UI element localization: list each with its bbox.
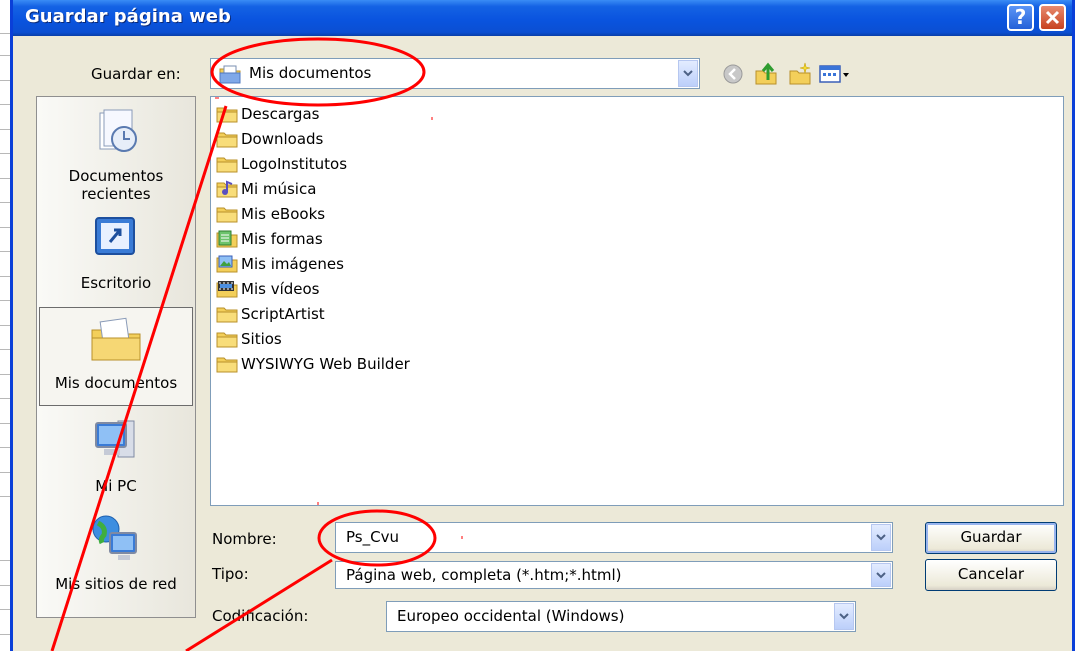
file-name: Downloads: [241, 130, 324, 148]
list-item[interactable]: LogoInstitutos: [216, 153, 347, 175]
folder-icon: [216, 357, 238, 373]
file-list[interactable]: Descargas Downloads LogoInstitutos Mi mú…: [210, 96, 1064, 506]
file-type-value: Página web, completa (*.htm;*.html): [346, 566, 622, 584]
save-in-dropdown[interactable]: Mis documentos: [210, 58, 700, 89]
folder-icon: [216, 332, 238, 348]
chevron-down-icon: [876, 534, 886, 541]
forms-folder-icon: [216, 230, 238, 248]
pictures-folder-icon: [216, 255, 238, 273]
list-item[interactable]: Sitios: [216, 328, 282, 350]
views-menu-icon[interactable]: [819, 62, 851, 86]
folder-icon: [216, 107, 238, 123]
place-my-documents-label: Mis documentos: [54, 374, 178, 392]
list-item[interactable]: Downloads: [216, 128, 323, 150]
place-my-computer[interactable]: Mi PC: [37, 415, 195, 495]
place-network-places-label: Mis sitios de red: [55, 575, 177, 593]
my-computer-icon: [95, 420, 135, 458]
place-network-places[interactable]: Mis sitios de red: [37, 513, 195, 593]
network-places-icon: [92, 515, 137, 560]
folder-icon: [216, 132, 238, 148]
new-folder-icon[interactable]: [788, 62, 812, 86]
save-in-value: Mis documentos: [249, 64, 372, 82]
file-name: Descargas: [241, 105, 320, 123]
place-my-computer-label: Mi PC: [95, 477, 137, 495]
encoding-value: Europeo occidental (Windows): [397, 607, 625, 625]
recent-documents-icon: [99, 109, 137, 152]
place-desktop[interactable]: Escritorio: [37, 212, 195, 292]
my-documents-icon: [91, 317, 141, 361]
videos-folder-icon: [216, 281, 238, 298]
encoding-dropdown-arrow[interactable]: [834, 603, 854, 630]
file-name: Mis imágenes: [241, 255, 344, 273]
title-bar[interactable]: Guardar página web ?: [13, 0, 1072, 36]
desktop-icon: [95, 217, 135, 255]
place-desktop-label: Escritorio: [80, 274, 152, 292]
list-item[interactable]: Descargas: [216, 103, 319, 125]
folder-icon: [216, 207, 238, 223]
place-recent-documents-label-line2: recientes: [81, 185, 151, 203]
save-in-label: Guardar en:: [91, 65, 181, 83]
file-name: Mis formas: [241, 230, 323, 248]
chevron-down-icon: [839, 613, 849, 620]
up-folder-icon[interactable]: [754, 62, 778, 86]
file-name-input[interactable]: Ps_Cvu: [335, 522, 893, 553]
encoding-label: Codificación:: [212, 607, 309, 625]
encoding-dropdown[interactable]: Europeo occidental (Windows): [386, 601, 856, 632]
folder-icon: [216, 157, 238, 173]
list-item[interactable]: ScriptArtist: [216, 303, 325, 325]
place-recent-documents[interactable]: Documentos recientes: [37, 107, 195, 203]
file-name: Mis eBooks: [241, 205, 326, 223]
save-button[interactable]: Guardar: [925, 522, 1057, 554]
music-folder-icon: [216, 180, 238, 198]
save-in-dropdown-arrow[interactable]: [678, 60, 698, 87]
list-item[interactable]: Mis vídeos: [216, 278, 319, 300]
dialog-title: Guardar página web: [25, 6, 231, 27]
my-documents-small-icon: [219, 65, 241, 84]
file-name-label: Nombre:: [212, 530, 277, 548]
chevron-down-icon: [683, 70, 693, 77]
folder-icon: [216, 307, 238, 323]
close-button[interactable]: [1039, 4, 1066, 31]
list-item[interactable]: Mis formas: [216, 228, 323, 250]
close-icon: [1045, 10, 1060, 25]
file-name: Sitios: [241, 330, 282, 348]
file-name: Mis vídeos: [241, 280, 320, 298]
file-name: ScriptArtist: [241, 305, 325, 323]
save-web-page-dialog: Guardar página web ? Guardar en: Mis doc…: [10, 0, 1075, 651]
file-type-dropdown-arrow[interactable]: [871, 563, 891, 587]
back-icon[interactable]: [721, 62, 745, 86]
list-item[interactable]: WYSIWYG Web Builder: [216, 353, 410, 375]
list-item[interactable]: Mis eBooks: [216, 203, 325, 225]
file-name-dropdown-arrow[interactable]: [871, 524, 891, 551]
file-name: LogoInstitutos: [241, 155, 348, 173]
file-name: WYSIWYG Web Builder: [241, 355, 410, 373]
list-item[interactable]: Mi música: [216, 178, 316, 200]
list-item[interactable]: Mis imágenes: [216, 253, 344, 275]
cancel-button[interactable]: Cancelar: [925, 559, 1057, 591]
file-name-value: Ps_Cvu: [346, 528, 399, 546]
places-bar: Documentos recientes Escritorio Mis docu…: [36, 96, 196, 618]
help-button[interactable]: ?: [1007, 4, 1034, 31]
file-type-dropdown[interactable]: Página web, completa (*.htm;*.html): [335, 561, 893, 589]
file-name: Mi música: [241, 180, 317, 198]
chevron-down-icon: [876, 571, 886, 578]
place-my-documents[interactable]: Mis documentos: [39, 307, 193, 406]
file-type-label: Tipo:: [212, 565, 249, 583]
place-recent-documents-label-line1: Documentos: [68, 167, 164, 185]
